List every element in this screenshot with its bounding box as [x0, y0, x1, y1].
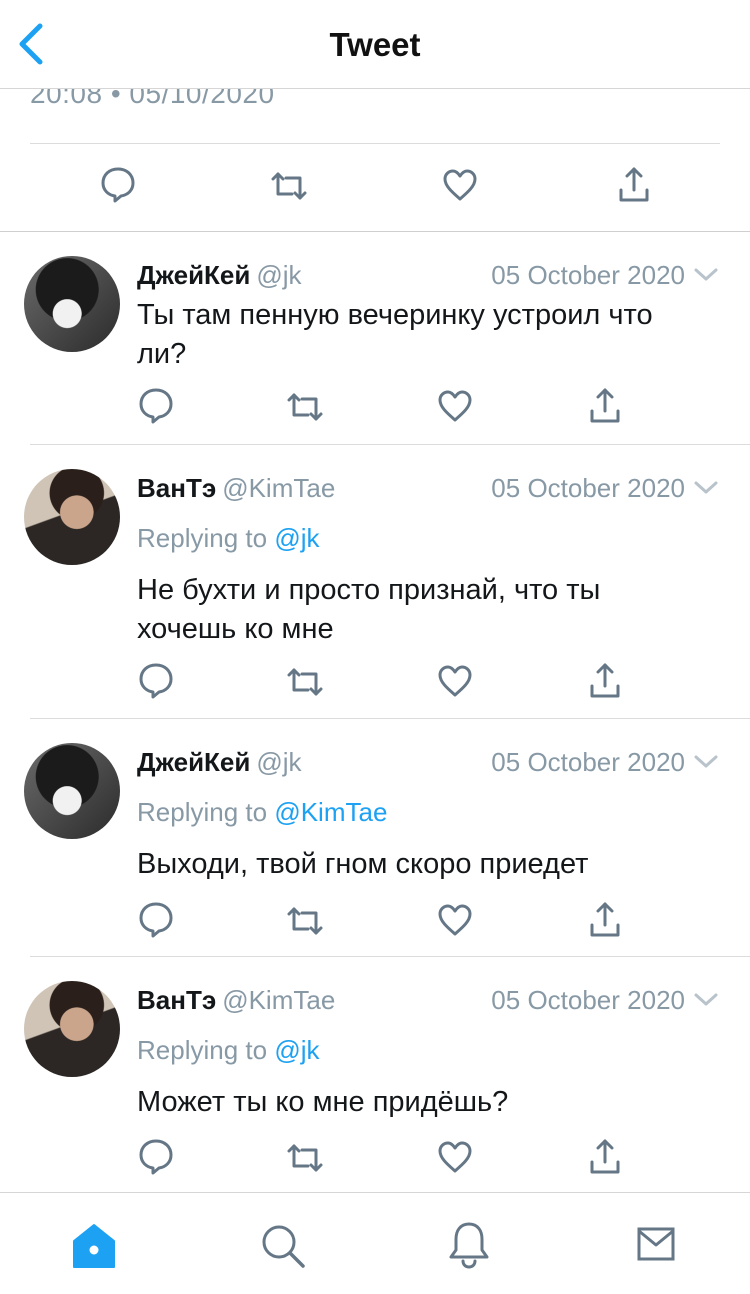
reply-icon[interactable]: [138, 1138, 174, 1176]
author-name[interactable]: ДжейКей @jk: [137, 260, 302, 291]
retweet-icon[interactable]: [270, 170, 308, 202]
avatar[interactable]: [24, 743, 120, 839]
tweet-text: Не бухти и просто признай, что ты хочешь…: [137, 574, 601, 645]
tweet-text: Может ты ко мне придёшь?: [137, 1086, 509, 1118]
tab-bar: [0, 1192, 750, 1294]
author-handle: @KimTae: [222, 473, 336, 503]
author-handle: @jk: [256, 260, 302, 290]
divider: [30, 718, 750, 719]
divider: [30, 956, 750, 957]
tweet-actions: [0, 660, 750, 704]
avatar[interactable]: [24, 469, 120, 565]
replying-to: Replying to @jk: [137, 1035, 320, 1065]
tweet-text: Выходи, твой гном скоро приедет: [137, 848, 589, 880]
page-title: Tweet: [329, 26, 421, 63]
tweet-actions: [0, 1136, 750, 1180]
retweet-icon[interactable]: [286, 666, 324, 698]
messages-icon[interactable]: [637, 1227, 675, 1261]
author-name[interactable]: ДжейКей @jk: [137, 747, 302, 778]
tweet-date: 05 October 2020: [491, 260, 685, 290]
like-icon[interactable]: [442, 168, 478, 202]
reply-icon[interactable]: [138, 387, 174, 425]
share-icon[interactable]: [589, 662, 621, 700]
tweet-actions: [0, 385, 750, 429]
chevron-down-icon[interactable]: [692, 990, 720, 1010]
share-icon[interactable]: [589, 901, 621, 939]
avatar[interactable]: [24, 981, 120, 1077]
mention-link[interactable]: @jk: [274, 1035, 319, 1065]
tweet-date: 05 October 2020: [491, 985, 685, 1015]
chevron-down-icon[interactable]: [692, 478, 720, 498]
author-handle: @jk: [256, 747, 302, 777]
notifications-icon[interactable]: [448, 1220, 490, 1270]
chevron-down-icon[interactable]: [692, 265, 720, 285]
like-icon[interactable]: [437, 1140, 473, 1174]
like-icon[interactable]: [437, 664, 473, 698]
retweet-icon[interactable]: [286, 905, 324, 937]
reply-icon[interactable]: [138, 901, 174, 939]
like-icon[interactable]: [437, 389, 473, 423]
top-bar: Tweet: [0, 0, 750, 89]
home-icon[interactable]: [72, 1223, 116, 1269]
share-icon[interactable]: [589, 1138, 621, 1176]
tweet-actions: [0, 899, 750, 943]
replying-to: Replying to @jk: [137, 523, 320, 553]
avatar[interactable]: [24, 256, 120, 352]
reply-icon[interactable]: [100, 166, 136, 204]
tweet-date: 05 October 2020: [491, 473, 685, 503]
like-icon[interactable]: [437, 903, 473, 937]
search-icon[interactable]: [260, 1223, 306, 1269]
tweet-text: Ты там пенную вечеринку устроил что ли?: [137, 299, 653, 370]
author-name[interactable]: ВанТэ @KimTae: [137, 985, 335, 1016]
section-separator: [0, 231, 750, 232]
retweet-icon[interactable]: [286, 391, 324, 423]
share-icon[interactable]: [589, 387, 621, 425]
chevron-down-icon[interactable]: [692, 752, 720, 772]
reply-icon[interactable]: [138, 662, 174, 700]
divider: [30, 444, 750, 445]
replying-to: Replying to @KimTae: [137, 797, 388, 827]
author-name[interactable]: ВанТэ @KimTae: [137, 473, 335, 504]
retweet-icon[interactable]: [286, 1142, 324, 1174]
share-icon[interactable]: [618, 166, 650, 204]
main-tweet-actions: [0, 164, 750, 208]
divider: [30, 143, 720, 144]
mention-link[interactable]: @jk: [274, 523, 319, 553]
author-handle: @KimTae: [222, 985, 336, 1015]
tweet-date: 05 October 2020: [491, 747, 685, 777]
mention-link[interactable]: @KimTae: [274, 797, 387, 827]
